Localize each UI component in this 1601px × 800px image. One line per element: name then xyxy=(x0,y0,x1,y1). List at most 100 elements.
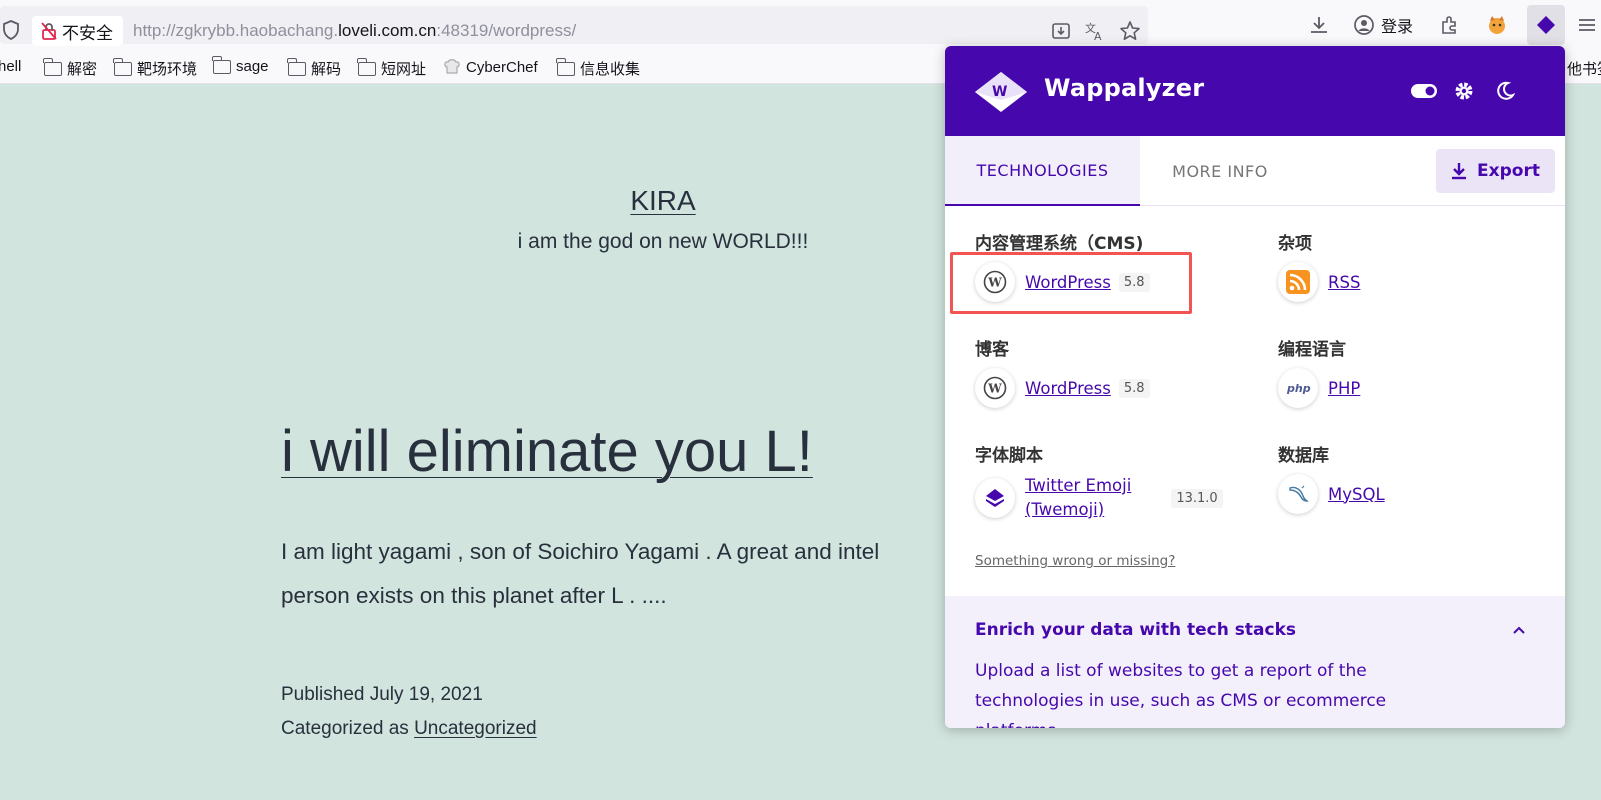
technology-item[interactable]: RSS xyxy=(1278,262,1360,302)
bookmark-label: 信息收集 xyxy=(580,61,641,78)
category-title: 博客 xyxy=(975,340,1009,360)
svg-text:A: A xyxy=(1094,30,1102,42)
folder-icon xyxy=(113,57,132,76)
bookmark-label: 靶场环境 xyxy=(137,61,198,78)
address-bar[interactable]: 不安全 http://zgkrybb.haobachang.loveli.com… xyxy=(0,6,1148,46)
downloads-icon[interactable] xyxy=(1307,13,1331,37)
security-indicator[interactable]: 不安全 xyxy=(32,16,123,46)
bookmark-label: hell xyxy=(0,58,22,75)
folder-icon xyxy=(212,55,231,74)
technology-name[interactable]: Twitter Emoji (Twemoji) xyxy=(1025,474,1131,522)
svg-text:W: W xyxy=(992,84,1007,100)
security-label: 不安全 xyxy=(62,23,113,43)
twemoji-icon xyxy=(975,478,1015,518)
technology-item[interactable]: Twitter Emoji (Twemoji) 13.1.0 xyxy=(975,474,1223,522)
bookmark-label: 短网址 xyxy=(381,61,427,78)
bookmark-label: 解码 xyxy=(311,61,342,78)
export-button[interactable]: Export xyxy=(1436,149,1555,193)
bookmark-folder[interactable]: sage xyxy=(212,55,269,75)
other-bookmarks-label: 他书签 xyxy=(1567,61,1601,78)
login-label: 登录 xyxy=(1381,19,1414,36)
post-categories: Categorized as Uncategorized xyxy=(281,712,537,746)
url-text[interactable]: http://zgkrybb.haobachang.loveli.com.cn:… xyxy=(133,21,576,41)
category-link[interactable]: Uncategorized xyxy=(414,718,537,739)
folder-icon xyxy=(357,57,376,76)
bookmark-item[interactable]: hell xyxy=(0,58,21,75)
category-title: 字体脚本 xyxy=(975,446,1043,466)
screenshot-icon[interactable] xyxy=(1050,20,1072,42)
translate-icon[interactable]: 文A xyxy=(1084,20,1106,42)
wappalyzer-logo-icon: W xyxy=(975,72,1027,112)
php-icon: php xyxy=(1278,368,1318,408)
url-suffix: :48319/wordpress/ xyxy=(436,21,577,40)
technology-version: 5.8 xyxy=(1118,378,1150,398)
export-label: Export xyxy=(1477,161,1540,181)
technology-item[interactable]: php PHP xyxy=(1278,368,1360,408)
mysql-icon xyxy=(1278,474,1318,514)
folder-icon xyxy=(556,57,575,76)
post-title[interactable]: i will eliminate you L! xyxy=(281,418,813,485)
technology-item[interactable]: MySQL xyxy=(1278,474,1385,514)
folder-icon xyxy=(287,57,306,76)
extension-fox-icon[interactable] xyxy=(1485,13,1509,37)
technology-name[interactable]: PHP xyxy=(1328,379,1360,398)
cyberchef-hat-icon xyxy=(444,59,460,74)
bookmark-label: CyberChef xyxy=(466,58,538,76)
technology-name-line: Twitter Emoji xyxy=(1025,476,1132,495)
wordpress-icon: W xyxy=(975,368,1015,408)
url-host: loveli.com.cn xyxy=(338,21,437,40)
insecure-lock-icon xyxy=(41,22,57,40)
menu-icon[interactable] xyxy=(1575,13,1599,37)
technology-version: 13.1.0 xyxy=(1171,488,1223,508)
extensions-icon[interactable] xyxy=(1438,13,1462,37)
enrich-text: Upload a list of websites to get a repor… xyxy=(975,661,1387,728)
category-title: 编程语言 xyxy=(1278,340,1346,360)
tabs: TECHNOLOGIES MORE INFO Export xyxy=(945,136,1565,206)
url-prefix: http://zgkrybb.haobachang. xyxy=(133,21,339,40)
login-button[interactable]: 登录 xyxy=(1343,8,1423,42)
rss-icon xyxy=(1278,262,1318,302)
category-title: 数据库 xyxy=(1278,446,1329,466)
wappalyzer-brand: Wappalyzer xyxy=(1044,74,1205,102)
wappalyzer-extension-button[interactable] xyxy=(1527,5,1565,45)
technology-name[interactable]: RSS xyxy=(1328,273,1360,292)
account-icon xyxy=(1354,15,1374,35)
bookmark-item[interactable]: CyberChef xyxy=(443,58,538,76)
wappalyzer-header: W Wappalyzer xyxy=(945,46,1565,136)
wappalyzer-popup: W Wappalyzer TECHNOLOGIES MORE INFO Expo… xyxy=(945,46,1565,728)
technology-name[interactable]: WordPress xyxy=(1025,379,1111,398)
bookmark-label: sage xyxy=(236,58,269,75)
bookmark-star-icon[interactable] xyxy=(1119,20,1141,42)
bookmark-folder[interactable]: 短网址 xyxy=(357,57,427,79)
dark-mode-moon-icon[interactable] xyxy=(1492,78,1518,104)
shield-icon[interactable] xyxy=(2,20,20,40)
annotation-highlight-box xyxy=(950,252,1192,314)
other-bookmarks[interactable]: 他书签 xyxy=(1567,58,1601,79)
bookmark-folder[interactable]: 靶场环境 xyxy=(113,57,198,79)
tab-technologies[interactable]: TECHNOLOGIES xyxy=(945,136,1140,206)
enrich-panel: Enrich your data with tech stacks Upload… xyxy=(945,596,1565,728)
bookmark-folder[interactable]: 信息收集 xyxy=(556,57,641,79)
technology-name[interactable]: MySQL xyxy=(1328,485,1385,504)
post-meta: Published July 19, 2021 Categorized as U… xyxy=(281,678,537,746)
bookmark-label: 解密 xyxy=(67,61,98,78)
svg-text:php: php xyxy=(1286,382,1311,395)
tab-more-info[interactable]: MORE INFO xyxy=(1140,136,1300,206)
wappalyzer-icon xyxy=(1537,16,1555,34)
published-date: Published July 19, 2021 xyxy=(281,684,483,705)
chevron-up-icon[interactable] xyxy=(1511,622,1527,638)
something-wrong-link[interactable]: Something wrong or missing? xyxy=(975,553,1175,569)
technology-item[interactable]: W WordPress 5.8 xyxy=(975,368,1150,408)
folder-icon xyxy=(43,57,62,76)
toggle-icon[interactable] xyxy=(1411,78,1437,104)
technology-name-line: (Twemoji) xyxy=(1025,500,1105,519)
categorized-label: Categorized as xyxy=(281,718,409,739)
browser-toolbar: 不安全 http://zgkrybb.haobachang.loveli.com… xyxy=(0,0,1601,50)
bookmark-folder[interactable]: 解码 xyxy=(287,57,342,79)
enrich-title[interactable]: Enrich your data with tech stacks xyxy=(975,620,1296,640)
category-title: 内容管理系统（CMS) xyxy=(975,234,1144,254)
bookmark-folder[interactable]: 解密 xyxy=(43,57,98,79)
category-title: 杂项 xyxy=(1278,234,1312,254)
settings-gear-icon[interactable] xyxy=(1451,78,1477,104)
download-icon xyxy=(1452,163,1467,180)
